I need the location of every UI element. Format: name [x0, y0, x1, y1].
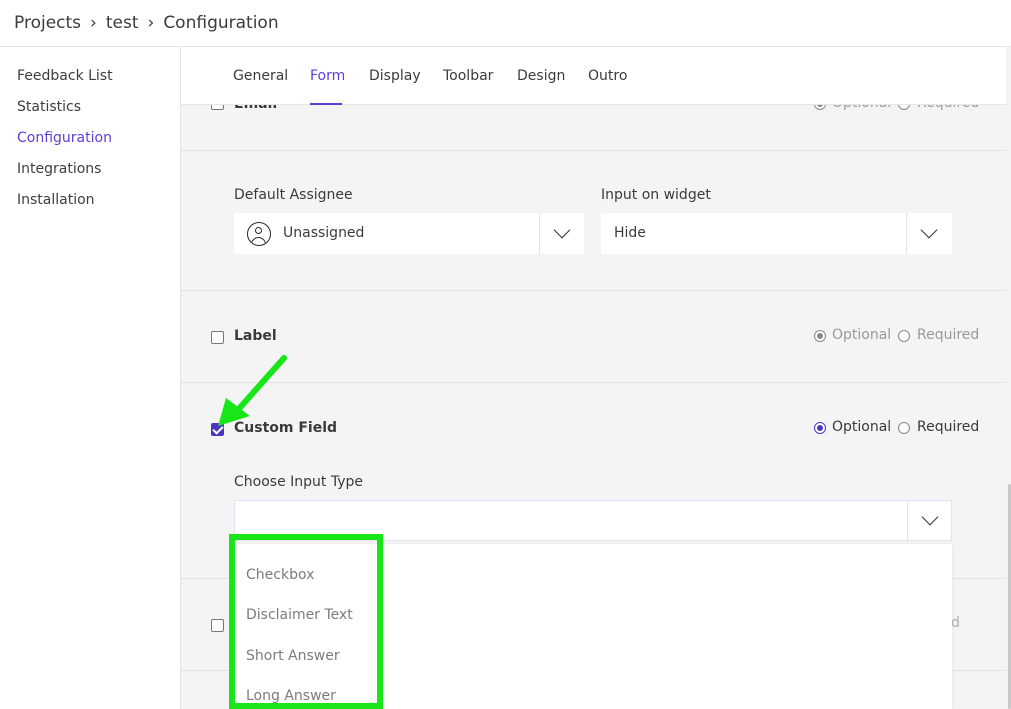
- sidebar-item-configuration[interactable]: Configuration: [17, 130, 112, 146]
- assignee-section: Default Assignee Unassigned Input on wid…: [181, 151, 1006, 291]
- main-content: Email Optional Required General Form Dis…: [181, 47, 1011, 709]
- dropdown-option-long-answer[interactable]: Long Answer: [246, 688, 336, 704]
- label-optional-label: Optional: [832, 327, 892, 343]
- breadcrumb-separator: ›: [90, 13, 97, 33]
- tab-toolbar[interactable]: Toolbar: [443, 68, 493, 84]
- label-field-label: Label: [234, 328, 277, 344]
- label-checkbox[interactable]: [211, 331, 224, 344]
- input-on-widget-label: Input on widget: [601, 187, 711, 203]
- default-assignee-select[interactable]: Unassigned: [234, 213, 584, 254]
- input-type-dropdown-menu: Checkbox Disclaimer Text Short Answer Lo…: [234, 544, 952, 709]
- default-assignee-label: Default Assignee: [234, 187, 353, 203]
- label-row: Label Optional Required: [181, 291, 1006, 383]
- sidebar-item-installation[interactable]: Installation: [17, 192, 95, 208]
- custom-field-optional-radio[interactable]: [814, 422, 826, 434]
- label-optional-radio[interactable]: [814, 330, 826, 342]
- dropdown-option-checkbox[interactable]: Checkbox: [246, 567, 314, 583]
- next-field-checkbox[interactable]: [211, 619, 224, 632]
- breadcrumb-separator: ›: [147, 13, 155, 33]
- label-required-label: Required: [917, 327, 980, 343]
- custom-field-optional-label: Optional: [832, 419, 892, 435]
- input-type-select[interactable]: [234, 500, 952, 542]
- label-required-radio[interactable]: [898, 330, 910, 342]
- tab-form[interactable]: Form: [310, 68, 345, 84]
- breadcrumb-configuration: Configuration: [163, 13, 279, 33]
- sidebar: Feedback List Statistics Configuration I…: [0, 47, 181, 709]
- tab-outro[interactable]: Outro: [588, 68, 627, 84]
- dropdown-option-disclaimer-text[interactable]: Disclaimer Text: [246, 607, 353, 623]
- breadcrumb-test[interactable]: test: [106, 13, 139, 33]
- breadcrumb: Projects › test › Configuration: [0, 0, 1011, 47]
- input-on-widget-value: Hide: [614, 225, 646, 241]
- sidebar-item-statistics[interactable]: Statistics: [17, 99, 81, 115]
- custom-field-required-radio[interactable]: [898, 422, 910, 434]
- chevron-down-icon: [921, 508, 939, 526]
- tab-general[interactable]: General: [233, 68, 288, 84]
- tab-design[interactable]: Design: [517, 68, 565, 84]
- default-assignee-value: Unassigned: [283, 225, 365, 241]
- input-on-widget-select[interactable]: Hide: [601, 213, 952, 254]
- chevron-down-icon: [920, 221, 938, 239]
- user-avatar-icon: [247, 222, 271, 246]
- active-tab-indicator: [310, 103, 342, 105]
- dropdown-option-short-answer[interactable]: Short Answer: [246, 648, 340, 664]
- chevron-down-icon: [553, 221, 571, 239]
- breadcrumb-projects[interactable]: Projects: [14, 13, 81, 33]
- tab-bar: General Form Display Toolbar Design Outr…: [181, 47, 1006, 105]
- sidebar-item-integrations[interactable]: Integrations: [17, 161, 101, 177]
- tab-display[interactable]: Display: [369, 68, 421, 84]
- custom-field-required-label: Required: [917, 419, 980, 435]
- sidebar-item-feedback-list[interactable]: Feedback List: [17, 68, 113, 84]
- choose-input-type-label: Choose Input Type: [234, 474, 363, 490]
- annotation-arrow-icon: [218, 355, 287, 426]
